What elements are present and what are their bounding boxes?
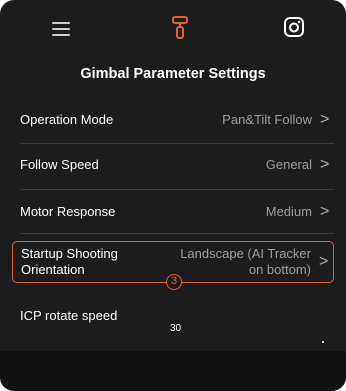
divider (20, 189, 334, 190)
startup-orientation-label: Startup Shooting Orientation (21, 246, 118, 278)
divider (20, 233, 334, 234)
motor-response-row[interactable]: Motor Response Medium > (12, 202, 334, 222)
slider-end-mark (322, 341, 324, 343)
operation-mode-value: Pan&Tilt Follow (222, 112, 312, 127)
callout-badge: 3 (166, 274, 182, 290)
icp-rotate-speed-label: ICP rotate speed (20, 308, 118, 323)
icp-rotate-speed-value: 30 (170, 323, 182, 334)
startup-orientation-label-line2: Orientation (21, 262, 85, 277)
operation-mode-label: Operation Mode (20, 112, 114, 127)
chevron-right-icon: > (320, 111, 330, 128)
top-bar (0, 0, 346, 58)
follow-speed-label: Follow Speed (20, 157, 99, 172)
follow-speed-value: General (265, 157, 312, 172)
startup-orientation-value: Landscape (AI Tracker on bottom) (180, 246, 311, 278)
menu-icon[interactable] (52, 20, 70, 38)
chevron-right-icon: > (320, 203, 330, 220)
chevron-right-icon: > (319, 253, 329, 270)
startup-orientation-value-line1: Landscape (AI Tracker (180, 246, 311, 261)
follow-speed-row[interactable]: Follow Speed General > (12, 155, 334, 175)
bottom-bar (0, 351, 346, 391)
chevron-right-icon: > (320, 156, 330, 173)
gimbal-icon[interactable] (171, 14, 189, 45)
instagram-icon[interactable] (284, 16, 304, 42)
page-title: Gimbal Parameter Settings (80, 66, 266, 82)
phone-screen: Gimbal Parameter Settings Operation Mode… (0, 0, 346, 391)
motor-response-label: Motor Response (20, 204, 116, 219)
divider (20, 143, 334, 144)
operation-mode-row[interactable]: Operation Mode Pan&Tilt Follow > (12, 110, 334, 130)
motor-response-value: Medium (265, 204, 312, 219)
startup-orientation-value-line2: on bottom) (248, 262, 311, 277)
startup-orientation-label-line1: Startup Shooting (21, 246, 118, 261)
